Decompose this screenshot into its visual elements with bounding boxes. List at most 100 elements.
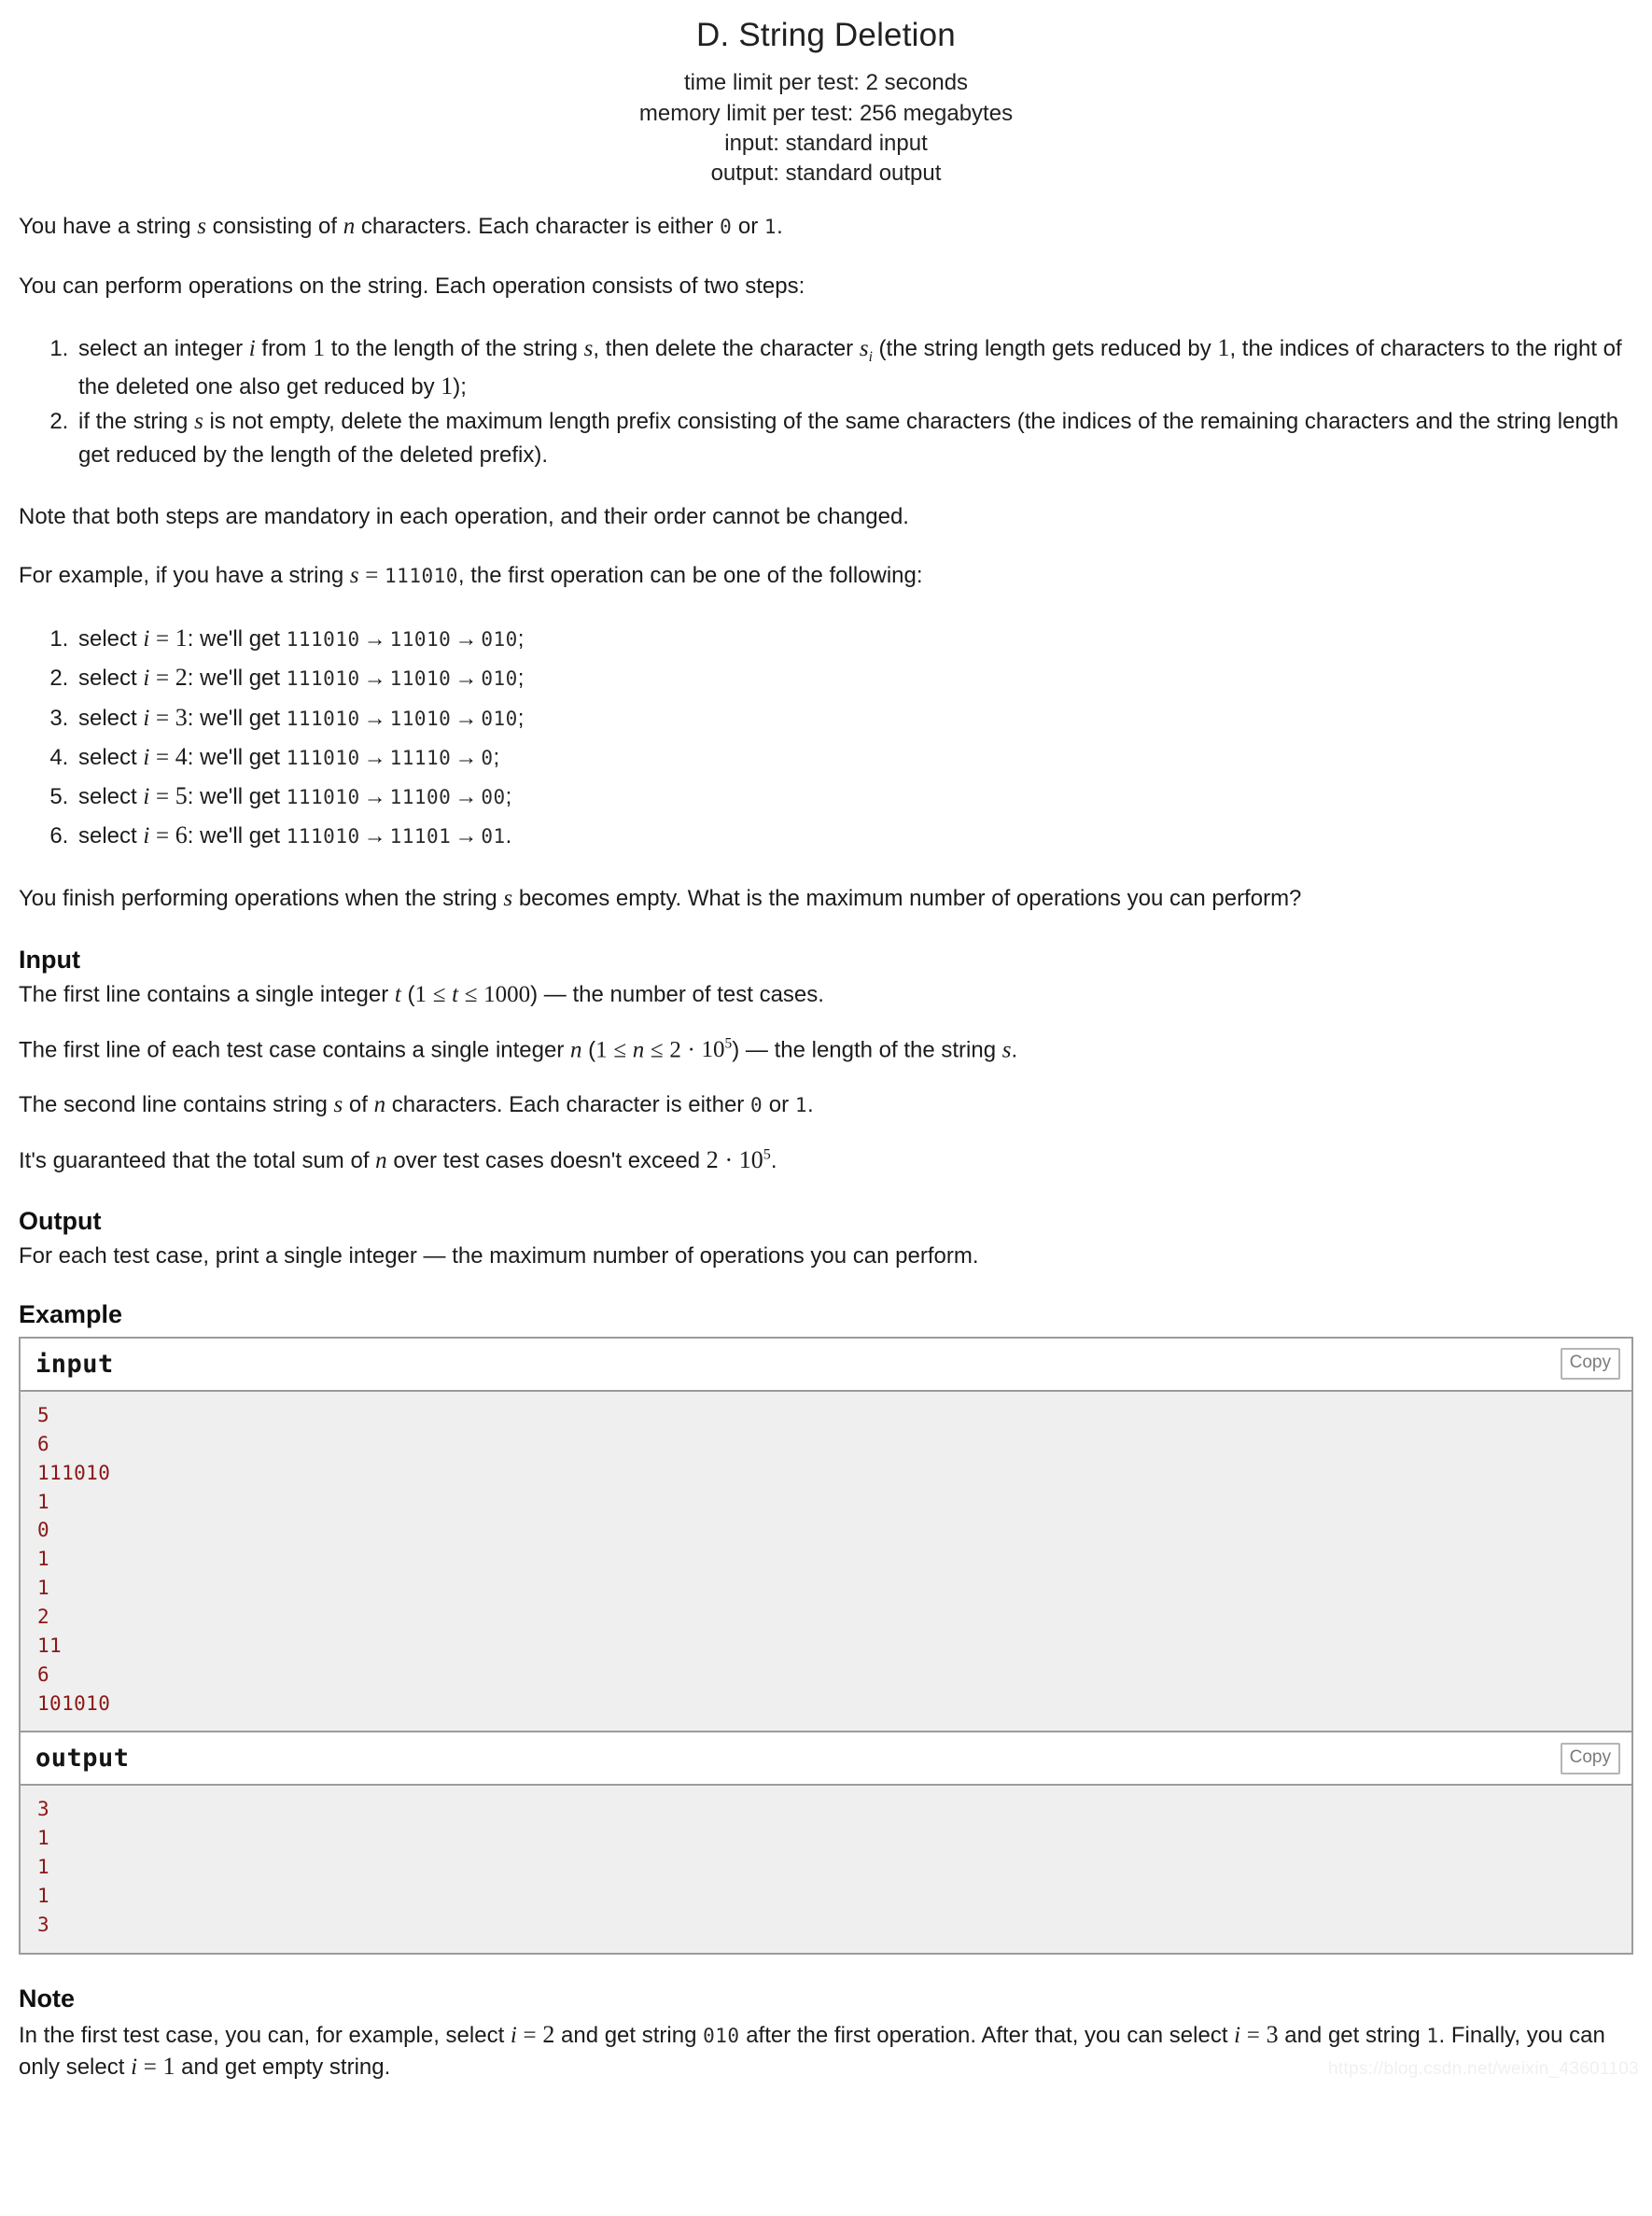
math-index-value: 3 bbox=[175, 703, 188, 731]
math-cdot: · bbox=[724, 1146, 734, 1174]
operation-step-1: select an integer i from 1 to the length… bbox=[75, 330, 1633, 403]
text-fragment: ); bbox=[453, 373, 467, 400]
input-line-2: The first line of each test case contain… bbox=[19, 1035, 1633, 1066]
sample-output-block: output Copy 3 1 1 1 3 bbox=[21, 1732, 1631, 1955]
operation-step-2: if the string s is not empty, delete the… bbox=[75, 405, 1633, 471]
text-fragment: : we'll get bbox=[187, 705, 287, 731]
math-index-value: 4 bbox=[175, 742, 188, 770]
text-fragment: to the length of the string bbox=[325, 336, 584, 362]
text-fragment: select bbox=[78, 744, 144, 770]
statement-paragraph-5: You finish performing operations when th… bbox=[19, 884, 1633, 915]
math-leq: ≤ bbox=[613, 1037, 627, 1063]
math-upper-bound: 1000 bbox=[483, 982, 531, 1008]
arrow-icon: → bbox=[455, 745, 478, 770]
code-string-value: 010 bbox=[703, 2024, 740, 2047]
math-s: s bbox=[583, 336, 594, 362]
output-section: Output For each test case, print a singl… bbox=[19, 1205, 1633, 1270]
watermark: https://blog.csdn.net/weixin_43601103 bbox=[1328, 2058, 1639, 2079]
text-fragment: of bbox=[343, 1091, 374, 1117]
text-fragment: ; bbox=[517, 705, 525, 731]
text-fragment: select bbox=[78, 666, 144, 692]
output-heading: Output bbox=[19, 1206, 102, 1235]
operation-steps-list: select an integer i from 1 to the length… bbox=[19, 330, 1633, 471]
math-s-sub-i: si bbox=[860, 336, 873, 365]
note-heading: Note bbox=[19, 1984, 75, 2013]
math-equals: = bbox=[1246, 2022, 1260, 2048]
math-leq: ≤ bbox=[464, 982, 478, 1008]
text-fragment: characters. Each character is either bbox=[355, 213, 721, 239]
arrow-icon: → bbox=[363, 785, 386, 810]
text-fragment: or bbox=[763, 1091, 795, 1117]
math-power: 105 bbox=[739, 1146, 771, 1173]
text-fragment: For example, if you have a string bbox=[19, 562, 350, 588]
math-index-value: 6 bbox=[175, 821, 188, 849]
text-fragment: ( bbox=[588, 1037, 596, 1063]
text-fragment: becomes empty. What is the maximum numbe… bbox=[512, 885, 1302, 911]
limits-list: time limit per test: 2 seconds memory li… bbox=[0, 70, 1652, 187]
text-fragment: , the first operation can be one of the … bbox=[457, 562, 923, 588]
math-one: 1 bbox=[313, 334, 326, 362]
text-fragment: select bbox=[78, 784, 144, 810]
text-fragment: from bbox=[255, 336, 314, 362]
text-fragment: : we'll get bbox=[187, 666, 287, 692]
math-i: i bbox=[143, 784, 150, 810]
input-mode: input: standard input bbox=[724, 130, 928, 156]
math-equals: = bbox=[156, 744, 170, 770]
text-fragment: , then delete the character bbox=[593, 336, 860, 362]
input-heading: Input bbox=[19, 946, 80, 975]
math-i: i bbox=[248, 336, 256, 362]
math-index-value: 3 bbox=[1266, 2020, 1279, 2048]
output-mode: output: standard output bbox=[710, 161, 942, 187]
text-fragment: and get string bbox=[554, 2022, 704, 2048]
code-step1: 11010 bbox=[389, 628, 452, 652]
code-step2: 010 bbox=[481, 628, 518, 652]
text-fragment: and get empty string. bbox=[175, 2055, 391, 2081]
math-ten: 10 bbox=[701, 1037, 725, 1063]
math-power: 105 bbox=[701, 1036, 733, 1063]
example-operation-item: select i = 1: we'll get 111010→11010→010… bbox=[75, 621, 1633, 656]
math-equals: = bbox=[156, 626, 170, 652]
example-operations-list: select i = 1: we'll get 111010→11010→010… bbox=[19, 621, 1633, 854]
text-fragment: ; bbox=[505, 784, 512, 810]
sample-input-data[interactable]: 5 6 111010 1 0 1 1 2 11 6 101010 bbox=[21, 1391, 1631, 1733]
example-operation-item: select i = 4: we'll get 111010→11110→0; bbox=[75, 739, 1633, 775]
code-step1: 11110 bbox=[389, 746, 452, 769]
math-n: n bbox=[632, 1037, 645, 1063]
code-step2: 0 bbox=[481, 746, 494, 769]
output-title-bar: output Copy bbox=[21, 1732, 1631, 1787]
math-two: 2 bbox=[669, 1037, 681, 1063]
code-zero: 0 bbox=[720, 215, 733, 238]
math-s: s bbox=[503, 885, 513, 911]
copy-input-button[interactable]: Copy bbox=[1560, 1348, 1620, 1381]
math-equals: = bbox=[143, 2055, 157, 2081]
text-fragment: or bbox=[732, 213, 764, 239]
math-i: i bbox=[131, 2055, 138, 2081]
input-line-4: It's guaranteed that the total sum of n … bbox=[19, 1144, 1633, 1177]
page-title: D. String Deletion bbox=[696, 17, 956, 53]
text-fragment: after the first operation. After that, y… bbox=[739, 2022, 1235, 2048]
statement-paragraph-3: Note that both steps are mandatory in ea… bbox=[19, 503, 909, 529]
math-equals: = bbox=[365, 562, 379, 588]
code-from: 111010 bbox=[286, 786, 360, 809]
text-fragment: characters. Each character is either bbox=[385, 1091, 750, 1117]
copy-output-button[interactable]: Copy bbox=[1560, 1742, 1620, 1774]
problem-page: D. String Deletion time limit per test: … bbox=[0, 0, 1652, 2083]
sample-output-data[interactable]: 3 1 1 1 3 bbox=[21, 1786, 1631, 1955]
code-step1: 11010 bbox=[389, 707, 452, 730]
text-fragment: ( bbox=[407, 982, 415, 1008]
code-step1: 11100 bbox=[389, 786, 452, 809]
text-fragment: . bbox=[505, 823, 512, 849]
code-from: 111010 bbox=[286, 628, 360, 652]
math-n: n bbox=[570, 1037, 582, 1063]
text-fragment: ; bbox=[517, 666, 525, 692]
text-fragment: is not empty, delete the maximum length … bbox=[78, 409, 1619, 468]
math-cdot: · bbox=[687, 1037, 695, 1063]
text-fragment: : we'll get bbox=[187, 784, 287, 810]
arrow-icon: → bbox=[363, 745, 386, 770]
code-from: 111010 bbox=[286, 707, 360, 730]
math-equals: = bbox=[523, 2022, 537, 2048]
code-step2: 010 bbox=[481, 707, 518, 730]
problem-statement: You have a string s consisting of n char… bbox=[0, 212, 1652, 2083]
math-i: i bbox=[143, 705, 150, 731]
statement-paragraph-4: For example, if you have a string s = 11… bbox=[19, 561, 1633, 592]
